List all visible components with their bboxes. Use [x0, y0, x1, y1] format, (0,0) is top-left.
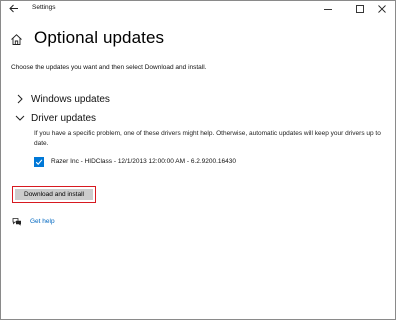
back-button[interactable]: [7, 2, 21, 15]
chevron-down-icon: [15, 115, 25, 121]
checkmark-icon: [35, 158, 43, 165]
chevron-right-icon: [17, 94, 23, 104]
minimize-button[interactable]: [314, 1, 341, 17]
driver-checkbox[interactable]: [34, 156, 44, 167]
title-bar: Settings: [1, 1, 395, 17]
close-button[interactable]: [368, 1, 395, 17]
maximize-icon: [355, 5, 364, 13]
app-title: Settings: [32, 4, 56, 11]
download-and-install-button[interactable]: Download and install: [15, 189, 93, 200]
driver-updates-expander[interactable]: Driver updates: [15, 111, 96, 125]
driver-updates-label: Driver updates: [31, 112, 97, 124]
windows-updates-label: Windows updates: [31, 93, 110, 105]
download-highlight: Download and install: [12, 186, 96, 203]
page-title: Optional updates: [34, 28, 165, 47]
intro-text: Choose the updates you want and then sel…: [11, 64, 207, 71]
back-arrow-icon: [9, 4, 18, 13]
driver-item[interactable]: Razer Inc - HIDClass - 12/1/2013 12:00:0…: [34, 156, 236, 167]
help-chat-icon: [12, 217, 21, 226]
windows-updates-expander[interactable]: Windows updates: [15, 92, 110, 106]
get-help-row[interactable]: Get help: [12, 216, 55, 227]
minimize-icon: [323, 9, 332, 10]
driver-item-label: Razer Inc - HIDClass - 12/1/2013 12:00:0…: [51, 158, 236, 165]
driver-updates-description: If you have a specific problem, one of t…: [34, 130, 381, 148]
settings-window: Settings Optional updates Choose the upd…: [0, 0, 396, 320]
home-icon[interactable]: [10, 33, 23, 46]
get-help-link[interactable]: Get help: [30, 218, 55, 225]
close-icon: [377, 5, 386, 13]
